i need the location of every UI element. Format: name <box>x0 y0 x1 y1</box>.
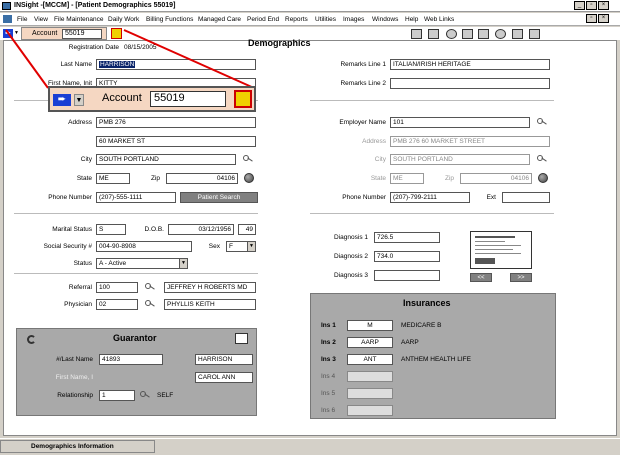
zoomed-lookup-icon <box>234 90 252 108</box>
status-bar: Demographics Information <box>0 438 620 455</box>
status-text: Demographics Information <box>0 440 155 453</box>
zoomed-account-input: 55019 <box>150 91 226 107</box>
zoomed-account-callout: ➨ ▼ Account 55019 <box>48 86 256 112</box>
navigate-arrow-icon: ➨ <box>53 94 71 106</box>
zoomed-account-label: Account <box>102 92 142 104</box>
navigate-dropdown-icon: ▼ <box>74 94 84 106</box>
callout-lines <box>5 29 255 89</box>
